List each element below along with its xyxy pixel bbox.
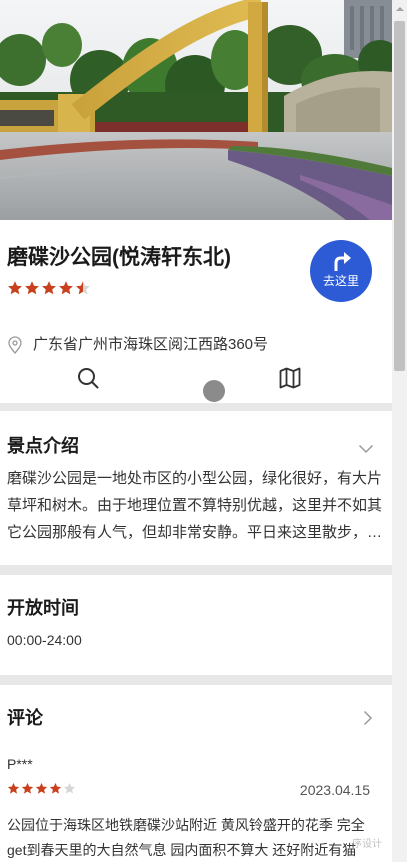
place-rating-stars <box>7 280 91 296</box>
star-filled-icon <box>7 280 23 296</box>
chevron-right-icon[interactable] <box>363 710 373 726</box>
review-text: 公园位于海珠区地铁磨碟沙站附近 黄风铃盛开的花季 完全 get到春天里的大自然气… <box>7 813 387 862</box>
intro-title: 景点介绍 <box>7 436 79 456</box>
place-info: 磨碟沙公园(悦涛轩东北) 去这里 广东省广州市海珠区阅江西路360号 <box>0 220 392 403</box>
go-here-button[interactable]: 去这里 <box>310 240 372 302</box>
review-date: 2023.04.15 <box>299 782 370 798</box>
star-empty-icon <box>63 782 76 795</box>
intro-text: 磨碟沙公园是一地处市区的小型公园，绿化很好，有大片草坪和树木。由于地理位置不算特… <box>7 470 383 541</box>
star-filled-icon <box>58 280 74 296</box>
hours-section: 开放时间 00:00-24:00 <box>0 575 392 675</box>
review-text-line: get到春天里的大自然气息 园内面积不算大 还好附近有猫 <box>7 842 357 858</box>
hero-photo-graphic <box>0 0 392 220</box>
hours-title: 开放时间 <box>7 598 79 618</box>
chevron-down-icon[interactable] <box>358 441 374 454</box>
hero-photo <box>0 0 392 220</box>
page-title: 磨碟沙公园(悦涛轩东北) <box>7 246 231 269</box>
address-row[interactable]: 广东省广州市海珠区阅江西路360号 <box>7 336 268 354</box>
reviews-section: 评论 P*** 2023.04.15 公园位于海珠区地铁磨碟沙站附近 黄风铃盛开… <box>0 685 392 862</box>
star-filled-icon <box>24 280 40 296</box>
star-filled-icon <box>7 782 20 795</box>
address-text: 广东省广州市海珠区阅江西路360号 <box>33 336 269 353</box>
star-filled-icon <box>49 782 62 795</box>
map-icon[interactable] <box>279 367 301 389</box>
scrollbar[interactable] <box>392 0 407 862</box>
star-filled-icon <box>35 782 48 795</box>
go-here-label: 去这里 <box>322 273 359 288</box>
star-filled-icon <box>41 280 57 296</box>
section-divider <box>0 565 392 575</box>
search-icon[interactable] <box>77 367 99 389</box>
section-divider <box>0 675 392 685</box>
hours-value: 00:00-24:00 <box>7 632 82 648</box>
page-indicator-dot[interactable] <box>203 380 225 402</box>
intro-section: 景点介绍 磨碟沙公园是一地处市区的小型公园，绿化很好，有大片草坪和树木。由于地理… <box>0 411 392 565</box>
review-text-line: 公园位于海珠区地铁磨碟沙站附近 黄风铃盛开的花季 完全 <box>7 817 365 833</box>
review-rating-stars <box>7 782 76 795</box>
review-user: P*** <box>7 756 33 772</box>
star-half-icon <box>75 280 91 296</box>
watermark: 序设计 <box>352 839 382 850</box>
page: 磨碟沙公园(悦涛轩东北) 去这里 广东省广州市海珠区阅江西路360号 景点介绍 … <box>0 0 392 862</box>
section-divider <box>0 403 392 411</box>
turn-right-arrow-icon <box>330 251 352 272</box>
reviews-title: 评论 <box>7 708 43 728</box>
scrollbar-thumb[interactable] <box>394 21 405 371</box>
star-filled-icon <box>21 782 34 795</box>
location-pin-icon <box>7 336 23 354</box>
scroll-up-arrow-icon[interactable] <box>392 0 407 17</box>
